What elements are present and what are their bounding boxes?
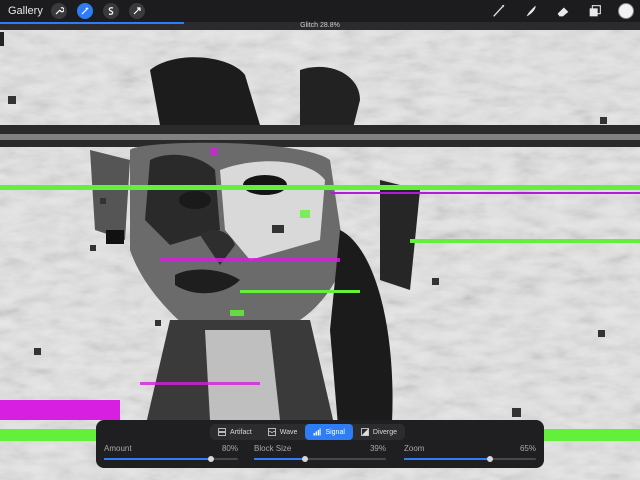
- eraser-icon: [557, 7, 569, 17]
- mode-diverge-button[interactable]: Diverge: [353, 424, 405, 440]
- mode-signal-button[interactable]: Signal: [305, 424, 353, 440]
- zoom-label: Zoom: [404, 444, 425, 453]
- smudge-button[interactable]: [522, 2, 540, 20]
- transform-button[interactable]: [128, 3, 145, 19]
- layers-icon: [589, 5, 601, 17]
- zoom-slider-handle[interactable]: [486, 456, 493, 462]
- block-size-slider[interactable]: [254, 456, 386, 462]
- brush-icon: [493, 4, 505, 17]
- color-picker-button[interactable]: [618, 3, 634, 19]
- selection-button[interactable]: [102, 3, 119, 19]
- block-size-slider-fill: [254, 458, 306, 460]
- smudge-icon: [526, 5, 536, 17]
- adjustments-button[interactable]: [76, 3, 93, 19]
- artifact-icon: [218, 428, 226, 436]
- block-size-value: 39%: [369, 444, 386, 453]
- gallery-button[interactable]: Gallery: [8, 5, 43, 17]
- mode-label: Artifact: [230, 428, 252, 436]
- eraser-button[interactable]: [554, 2, 572, 20]
- block-size-slider-handle[interactable]: [302, 456, 309, 462]
- top-toolbar: Gallery: [0, 0, 640, 22]
- actions-button[interactable]: [50, 3, 67, 19]
- zoom-slider-fill: [404, 458, 490, 460]
- arrow-cursor-icon: [133, 7, 141, 15]
- magic-wand-icon: [81, 6, 89, 15]
- right-tool-group: [476, 2, 634, 20]
- wrench-icon: [55, 7, 64, 15]
- glitch-artwork: [0, 30, 640, 480]
- adjustment-status: Glitch 28.8%: [0, 22, 640, 30]
- zoom-slider-group: Zoom 65%: [404, 444, 536, 464]
- layers-button[interactable]: [586, 2, 604, 20]
- brush-button[interactable]: [490, 2, 508, 20]
- block-size-label: Block Size: [254, 444, 292, 453]
- amount-slider-group: Amount 80%: [104, 444, 238, 464]
- amount-value: 80%: [221, 444, 238, 453]
- zoom-value: 65%: [519, 444, 536, 453]
- amount-label: Amount: [104, 444, 132, 453]
- drawing-canvas[interactable]: [0, 30, 640, 480]
- mode-artifact-button[interactable]: Artifact: [210, 424, 260, 440]
- amount-slider-handle[interactable]: [208, 456, 215, 462]
- wave-icon: [267, 428, 276, 436]
- amount-slider-fill: [104, 458, 212, 460]
- block-size-slider-group: Block Size 39%: [254, 444, 386, 464]
- mode-wave-button[interactable]: Wave: [260, 424, 306, 440]
- diverge-icon: [361, 428, 369, 436]
- signal-icon: [313, 428, 322, 436]
- s-curve-icon: [108, 7, 114, 15]
- mode-label: Signal: [325, 428, 345, 436]
- mode-label: Diverge: [372, 428, 398, 436]
- zoom-slider[interactable]: [404, 456, 536, 462]
- mode-label: Wave: [279, 428, 298, 436]
- amount-slider[interactable]: [104, 456, 238, 462]
- glitch-mode-selector: Artifact Wave Signal Diverge: [210, 424, 406, 440]
- glitch-adjustment-panel: Artifact Wave Signal Diverge Amount 80% …: [96, 420, 544, 468]
- status-label: Glitch 28.8%: [300, 22, 340, 29]
